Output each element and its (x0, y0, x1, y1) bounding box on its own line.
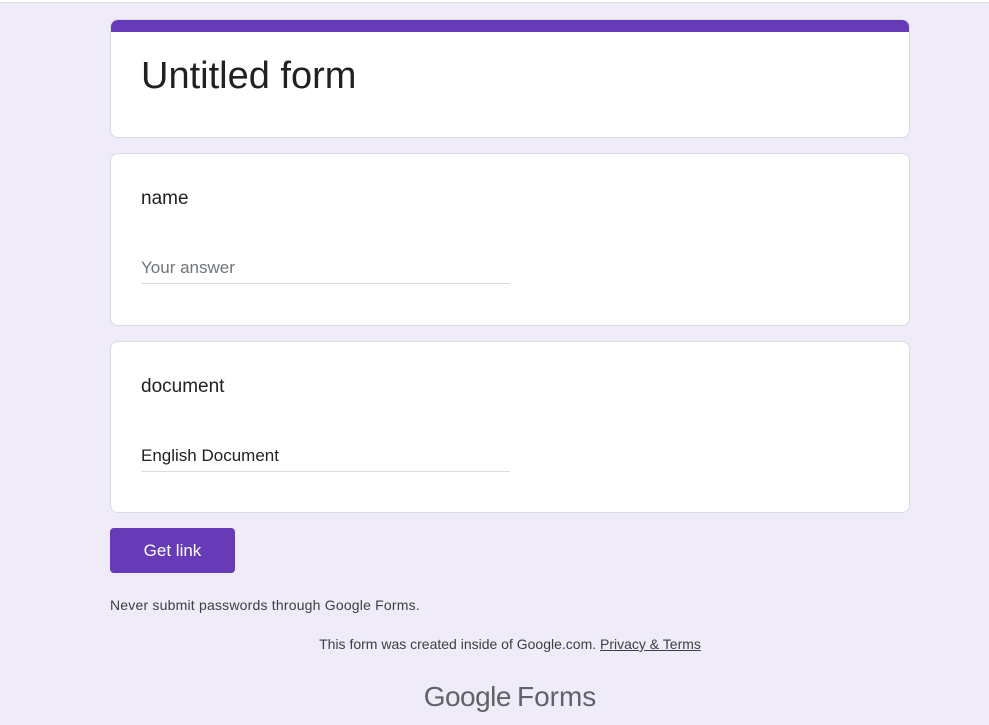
question-label-name: name (141, 188, 189, 209)
password-warning: Never submit passwords through Google Fo… (110, 597, 420, 613)
name-answer-input[interactable] (141, 252, 510, 284)
page-top-edge (0, 0, 989, 3)
question-label-document: document (141, 376, 225, 397)
form-accent-bar (111, 20, 909, 32)
form-title: Untitled form (141, 55, 357, 97)
question-card-document: document (110, 341, 910, 513)
form-header-card: Untitled form (110, 19, 910, 138)
created-note: This form was created inside of Google.c… (319, 636, 597, 652)
get-link-button[interactable]: Get link (110, 528, 235, 573)
privacy-terms-link[interactable]: Privacy & Terms (600, 636, 701, 652)
footer-note: This form was created inside of Google.c… (110, 636, 910, 652)
brand-forms-text: Forms (516, 681, 597, 712)
question-card-name: name (110, 153, 910, 326)
google-forms-logo[interactable]: Google Forms (110, 680, 910, 714)
document-answer-input[interactable] (141, 440, 510, 472)
brand-google-text: Google (423, 681, 512, 712)
